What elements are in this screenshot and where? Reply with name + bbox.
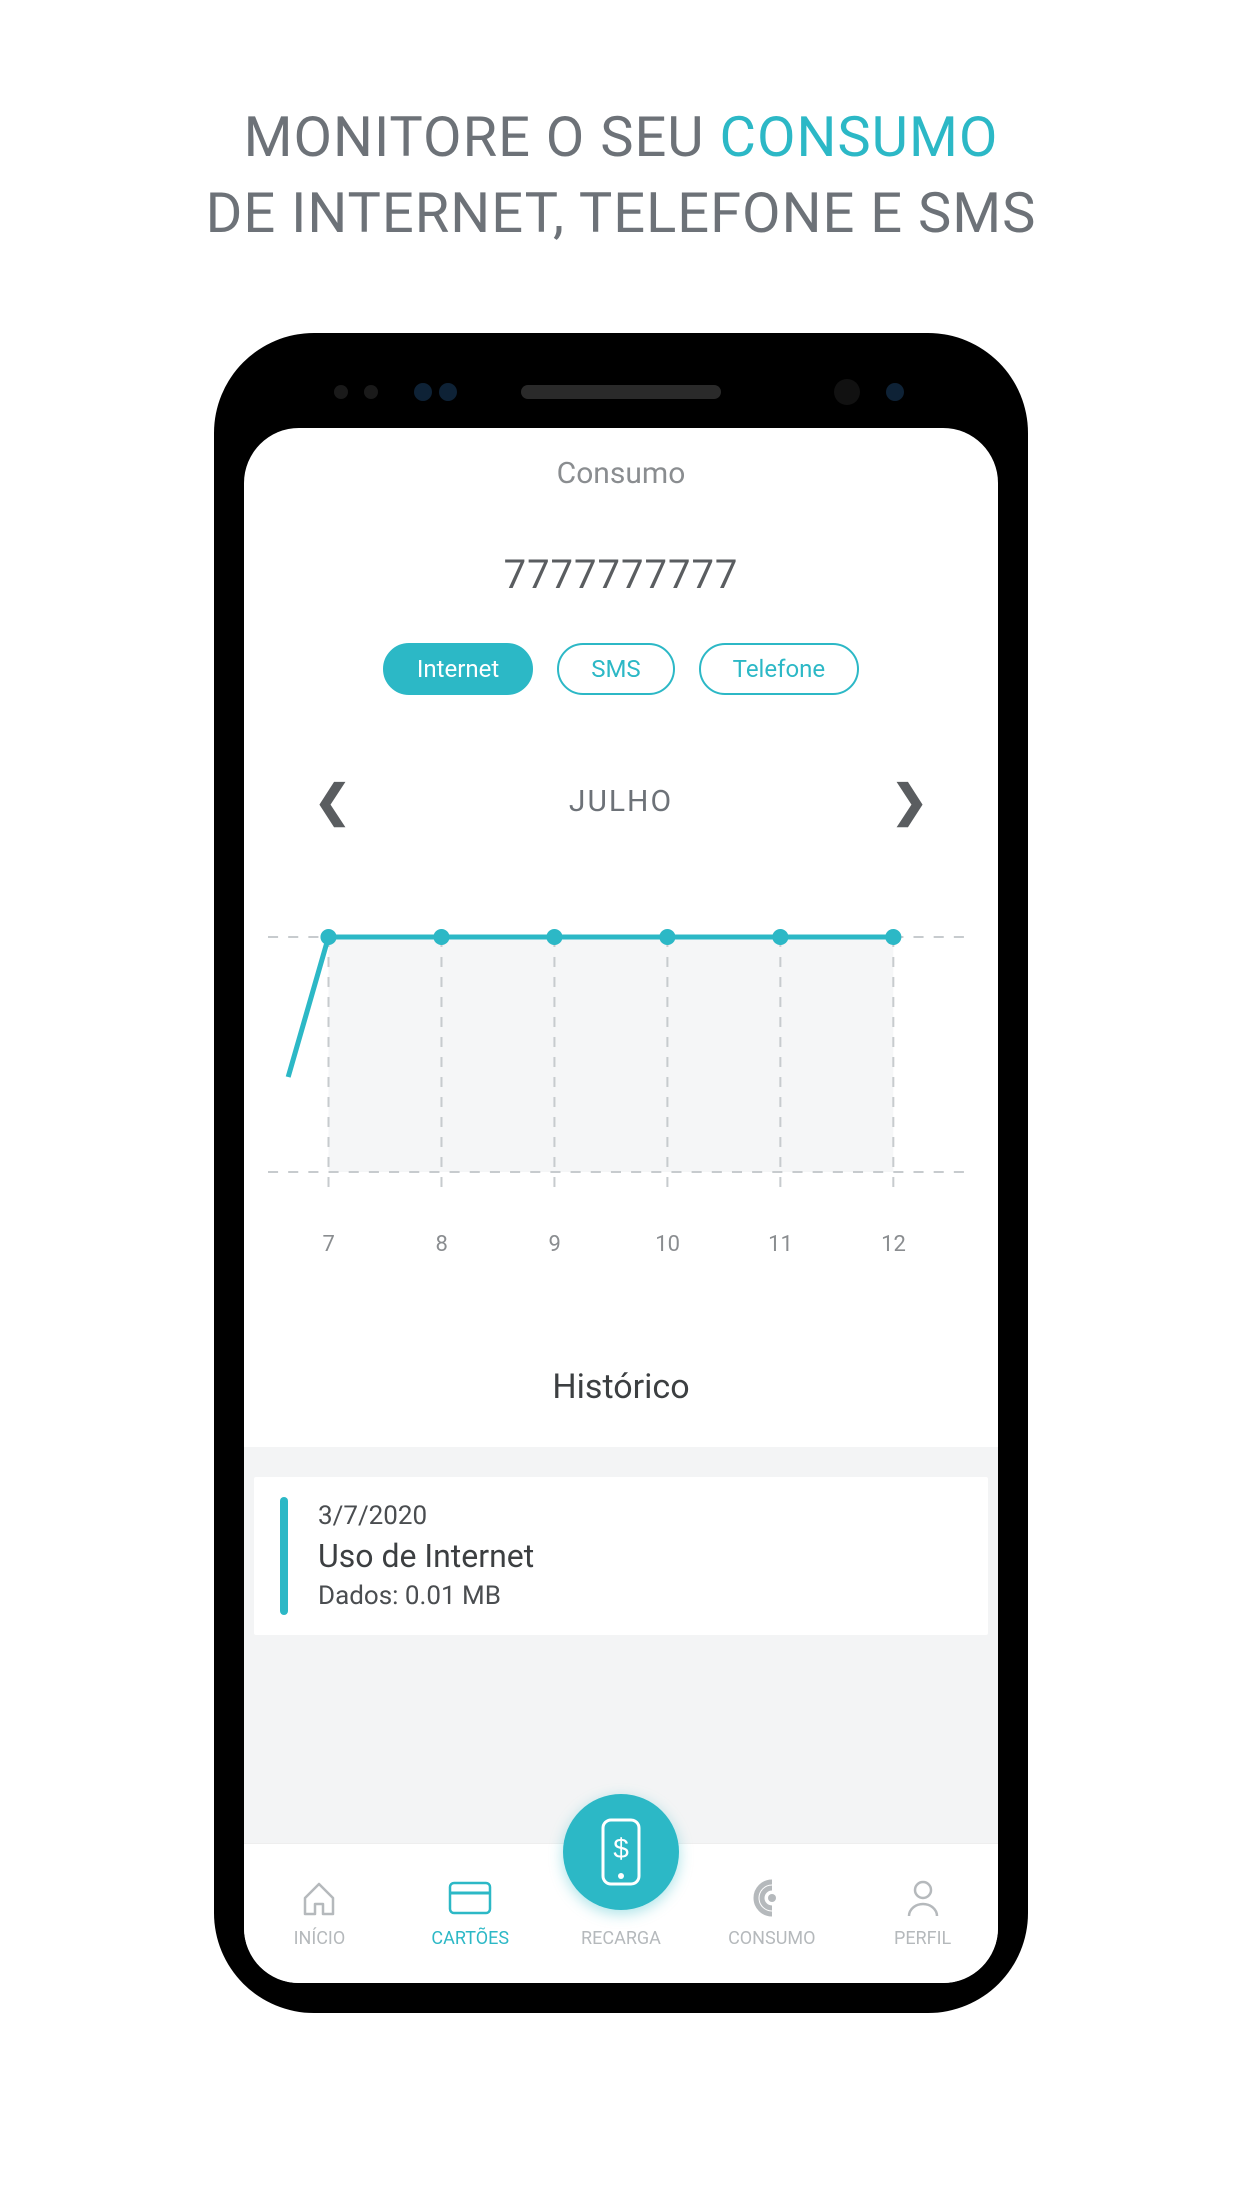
nav-label: INÍCIO bbox=[294, 1928, 346, 1949]
history-accent-bar bbox=[280, 1497, 288, 1615]
svg-text:$: $ bbox=[613, 1833, 629, 1864]
nav-perfil[interactable]: PERFIL bbox=[847, 1876, 998, 1949]
phone-number: 7777777777 bbox=[244, 551, 998, 598]
signal-icon bbox=[752, 1876, 792, 1920]
prev-month-button[interactable]: ❮ bbox=[314, 775, 351, 827]
history-item[interactable]: 3/7/2020 Uso de Internet Dados: 0.01 MB bbox=[254, 1477, 988, 1635]
device-mock: Consumo 7777777777 Internet SMS Telefone… bbox=[214, 333, 1028, 2013]
tab-telefone[interactable]: Telefone bbox=[699, 643, 859, 695]
category-tabs: Internet SMS Telefone bbox=[244, 643, 998, 695]
tab-sms[interactable]: SMS bbox=[557, 643, 674, 695]
promo-line1-pre: MONITORE O SEU bbox=[244, 104, 720, 170]
nav-label: RECARGA bbox=[581, 1928, 661, 1949]
phone-dollar-icon: $ bbox=[591, 1816, 651, 1888]
profile-icon bbox=[905, 1876, 941, 1920]
history-list: 3/7/2020 Uso de Internet Dados: 0.01 MB bbox=[244, 1447, 998, 1843]
nav-label: PERFIL bbox=[894, 1928, 951, 1949]
recharge-fab[interactable]: $ bbox=[563, 1794, 679, 1910]
nav-inicio[interactable]: INÍCIO bbox=[244, 1876, 395, 1949]
promo-line2: DE INTERNET, TELEFONE E SMS bbox=[206, 180, 1037, 246]
x-tick: 7 bbox=[323, 1232, 335, 1257]
nav-consumo[interactable]: CONSUMO bbox=[696, 1876, 847, 1949]
promo-line1-accent: CONSUMO bbox=[720, 104, 999, 170]
tab-internet[interactable]: Internet bbox=[383, 643, 533, 695]
x-tick: 11 bbox=[768, 1232, 793, 1257]
history-item-description: Uso de Internet bbox=[318, 1537, 534, 1575]
x-tick: 9 bbox=[548, 1232, 560, 1257]
nav-label: CARTÕES bbox=[431, 1928, 509, 1949]
nav-label: CONSUMO bbox=[728, 1928, 815, 1949]
home-icon bbox=[299, 1876, 339, 1920]
bottom-nav: $ INÍCIO CARTÕES RECARGA bbox=[244, 1843, 998, 1983]
nav-cartoes[interactable]: CARTÕES bbox=[395, 1876, 546, 1949]
month-label: JULHO bbox=[569, 784, 673, 819]
x-tick: 10 bbox=[655, 1232, 680, 1257]
card-icon bbox=[448, 1876, 492, 1920]
history-title: Histórico bbox=[244, 1367, 998, 1407]
history-item-detail: Dados: 0.01 MB bbox=[318, 1581, 534, 1611]
usage-chart: 7 8 9 10 11 12 bbox=[268, 897, 974, 1207]
next-month-button[interactable]: ❯ bbox=[891, 775, 928, 827]
promo-headline: MONITORE O SEU CONSUMO DE INTERNET, TELE… bbox=[0, 0, 1242, 251]
history-item-date: 3/7/2020 bbox=[318, 1501, 534, 1531]
month-navigator: ❮ JULHO ❯ bbox=[244, 775, 998, 827]
x-tick: 12 bbox=[881, 1232, 906, 1257]
x-tick: 8 bbox=[435, 1232, 447, 1257]
screen: Consumo 7777777777 Internet SMS Telefone… bbox=[244, 428, 998, 1983]
page-title: Consumo bbox=[244, 456, 998, 491]
